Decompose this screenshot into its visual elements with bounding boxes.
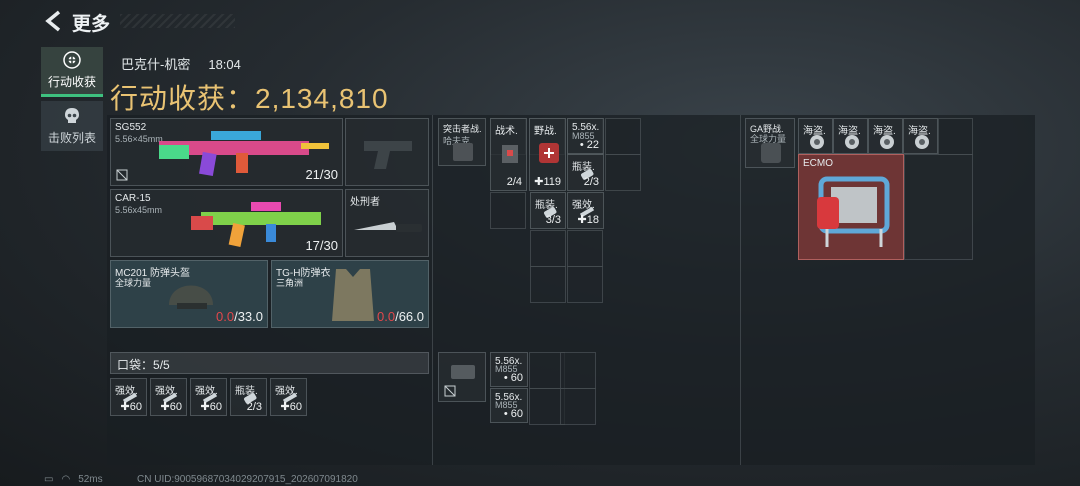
pouch-item[interactable]: 5.56x. M855 • 60 [490, 352, 528, 387]
weapon-slot-primary[interactable]: SG552 5.56×45mm 21/30 [110, 118, 343, 186]
melee-slot[interactable]: 处刑者 [345, 189, 429, 257]
chest-rig-icon [453, 143, 473, 161]
pouch-slot[interactable] [438, 352, 486, 402]
pocket-item[interactable]: 强效. ✚60 [270, 378, 307, 416]
ecmo-machine-icon [817, 176, 890, 247]
tab-loot[interactable]: 行动收获 [41, 47, 103, 97]
tab-kill-list-label: 击败列表 [47, 130, 96, 145]
coin-icon [880, 135, 894, 149]
divider [740, 115, 741, 465]
helmet-maker: 全球力量 [115, 278, 152, 288]
user-uid: CN UID:90059687034029207915_202607091820 [137, 474, 358, 485]
vest-icon [332, 269, 374, 321]
armor-durability: 0.0/66.0 [377, 309, 424, 324]
rig-item[interactable]: 强效. ✚18 [567, 192, 604, 229]
pocket-item[interactable]: 强效. ✚60 [150, 378, 187, 416]
coin-icon [810, 135, 824, 149]
page-title: 更多 [72, 14, 111, 35]
match-time: 18:04 [208, 57, 241, 72]
pocket-label: 口袋： [117, 358, 154, 372]
rig-item[interactable]: 战术. 2/4 [490, 118, 527, 191]
match-info: 巴克什-机密 18:04 [121, 54, 241, 73]
coin-item[interactable]: 海盗. [903, 118, 938, 154]
skull-icon [65, 107, 79, 123]
pouch-icon [451, 365, 475, 379]
rifle-icon [159, 131, 329, 177]
pouch-item[interactable]: 5.56x. M855 • 60 [490, 388, 528, 423]
weapon-name: CAR-15 [115, 193, 151, 204]
rig-item[interactable]: 瓶装. 2/3 [567, 154, 604, 191]
weapon-ammo: 17/30 [305, 238, 338, 253]
loot-icon [63, 51, 81, 69]
back-arrow-icon[interactable] [44, 10, 64, 32]
backpack-empty-grid [904, 154, 973, 260]
tab-kill-list[interactable]: 击败列表 [41, 101, 103, 151]
tactical-kit-icon [502, 145, 518, 163]
weapon-name: SG552 [115, 122, 147, 133]
backpack-icon [761, 143, 781, 163]
rig-item[interactable]: 5.56x. M855 • 22 [567, 118, 604, 154]
coin-item[interactable]: 海盗. [868, 118, 903, 154]
broken-icon [116, 169, 128, 181]
armor-slot[interactable]: TG-H防弹衣 三角洲 0.0/66.0 [271, 260, 429, 328]
coin-item[interactable]: 海盗. [798, 118, 833, 154]
helmet-durability: 0.0/33.0 [216, 309, 263, 324]
broken-icon [444, 385, 456, 397]
backpack-slot[interactable]: GA野战. 全球力量 [745, 118, 795, 168]
helmet-icon [169, 285, 213, 309]
coin-icon [845, 135, 859, 149]
weapon-slot-secondary[interactable]: CAR-15 5.56x45mm 17/30 [110, 189, 343, 257]
weapon-ammo: 21/30 [305, 167, 338, 182]
chest-rig-slot[interactable]: 突击者战. 哈夫克 [438, 118, 486, 166]
wifi-icon: ◠ [61, 474, 71, 485]
loot-value-title: 行动收获：2,134,810 [110, 83, 389, 114]
weapon-caliber: 5.56x45mm [115, 205, 163, 215]
medkit-icon [539, 143, 559, 163]
melee-name: 处刑者 [350, 197, 380, 208]
ping-value: 52ms [78, 474, 103, 485]
pistol-icon [364, 141, 412, 169]
ecmo-item[interactable]: ECMO [798, 154, 904, 260]
tab-loot-label: 行动收获 [47, 75, 96, 89]
header-decoration [120, 14, 235, 28]
rig-item[interactable]: 瓶装. 3/3 [530, 192, 566, 229]
pocket-count: 5/5 [153, 358, 170, 372]
pocket-item[interactable]: 强效. ✚60 [190, 378, 227, 416]
battery-icon: ▭ [44, 474, 54, 485]
divider [432, 115, 433, 465]
knife-icon [354, 222, 422, 232]
pocket-item[interactable]: 瓶装. 2/3 [230, 378, 267, 416]
rig-item[interactable]: 野战. ✚119 [529, 118, 566, 191]
helmet-slot[interactable]: MC201 防弹头盔 全球力量 0.0/33.0 [110, 260, 268, 328]
pocket-item[interactable]: 强效. ✚60 [110, 378, 147, 416]
sidearm-slot[interactable] [345, 118, 429, 186]
armor-maker: 三角洲 [276, 278, 304, 288]
status-bar: ▭ ◠ 52ms [44, 474, 111, 485]
coin-item[interactable]: 海盗. [833, 118, 868, 154]
coin-icon [915, 135, 929, 149]
pocket-header: 口袋：5/5 [110, 352, 429, 374]
map-name: 巴克什-机密 [121, 57, 191, 72]
